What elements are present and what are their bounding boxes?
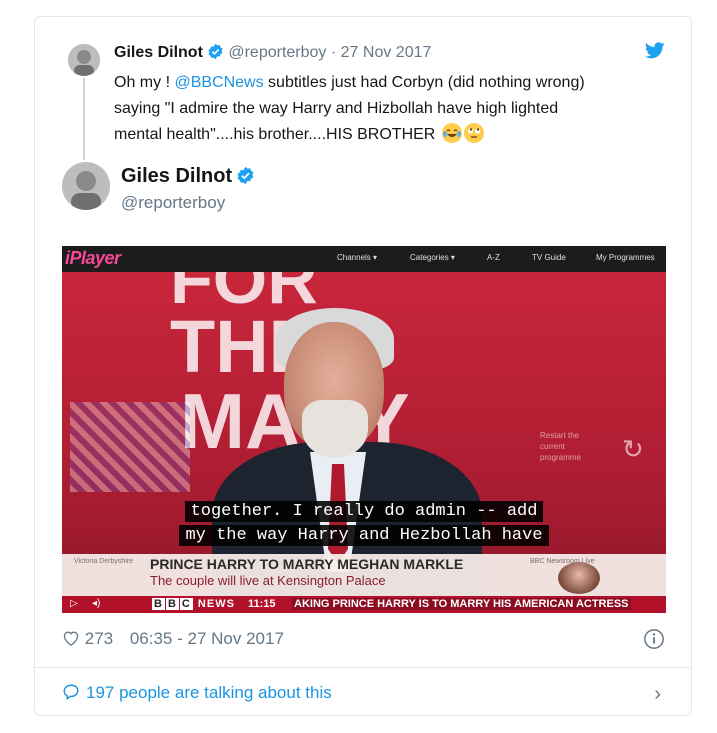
nav-my-programmes: My Programmes <box>596 253 655 262</box>
eye-roll-emoji <box>463 123 484 143</box>
conversation-link[interactable]: 197 people are talking about this <box>62 683 332 703</box>
quoted-avatar[interactable] <box>68 44 100 76</box>
news-lower-third: Victoria Derbyshire BBC Newsroom Live PR… <box>62 554 666 596</box>
caption-small: Victoria Derbyshire <box>74 558 134 565</box>
news-subheadline: The couple will live at Kensington Palac… <box>150 573 386 588</box>
quoted-header: Giles Dilnot @reporterboy · 27 Nov 2017 <box>114 43 431 65</box>
mention-link[interactable]: @BBCNews <box>174 74 263 91</box>
author-name[interactable]: Giles Dilnot <box>121 165 255 191</box>
ticker-text: AKING PRINCE HARRY IS TO MARRY HIS AMERI… <box>292 598 631 610</box>
subtitle-text: my the way Harry and Hezbollah have <box>179 525 549 546</box>
nav-categories: Categories ▾ <box>410 253 455 262</box>
thread-line <box>83 78 85 160</box>
twitter-bird-icon[interactable] <box>644 42 665 64</box>
verified-badge-icon <box>236 166 255 191</box>
chevron-right-icon[interactable]: › <box>654 683 661 706</box>
restart-icon: ↻ <box>622 434 644 464</box>
news-thumbnail <box>558 562 600 594</box>
subtitle-line: my the way Harry and Hezbollah have <box>62 525 666 546</box>
speech-bubble-icon <box>62 683 86 702</box>
tears-of-joy-emoji <box>441 123 462 143</box>
tweet-card: Giles Dilnot @reporterboy · 27 Nov 2017 … <box>34 16 692 716</box>
subtitle-line: together. I really do admin -- add <box>62 501 666 522</box>
volume-icon: ◂) <box>92 598 101 609</box>
text-part: subtitles just had Corbyn (did nothing w… <box>263 74 585 91</box>
media-image[interactable]: iPlayer Channels ▾ Categories ▾ A-Z TV G… <box>62 246 666 613</box>
nav-az: A-Z <box>487 253 500 262</box>
quoted-date[interactable]: 27 Nov 2017 <box>341 44 432 61</box>
ticker-clock: 11:15 <box>248 598 276 610</box>
nav-channels: Channels ▾ <box>337 253 378 262</box>
flag-decoration <box>70 402 190 492</box>
video-frame: FOR THE MANY Restart the current program… <box>62 272 666 613</box>
divider <box>35 667 691 668</box>
heart-icon[interactable] <box>62 629 80 648</box>
news-ticker: ▷ ◂) BBC NEWS 11:15 AKING PRINCE HARRY I… <box>62 596 666 613</box>
quoted-text: Oh my ! @BBCNews subtitles just had Corb… <box>114 70 674 148</box>
subtitle-text: together. I really do admin -- add <box>184 501 544 522</box>
speaker-beard <box>302 400 368 458</box>
talking-text[interactable]: 197 people are talking about this <box>86 683 332 702</box>
author-avatar[interactable] <box>62 162 110 210</box>
like-count[interactable]: 273 <box>85 629 113 648</box>
bbc-letter: B <box>152 598 165 610</box>
bbc-news-logo: BBC NEWS <box>152 598 235 610</box>
text-part: mental health"....his brother....HIS BRO… <box>114 126 440 143</box>
news-headline: PRINCE HARRY TO MARRY MEGHAN MARKLE <box>150 556 464 572</box>
dot-separator: · <box>330 44 337 61</box>
quoted-handle[interactable]: @reporterboy <box>228 44 326 61</box>
news-word: NEWS <box>197 598 235 610</box>
iplayer-logo: iPlayer <box>65 248 121 268</box>
author-handle[interactable]: @reporterboy <box>121 193 225 213</box>
play-icon: ▷ <box>70 598 78 609</box>
bbc-letter: C <box>179 598 193 610</box>
nav-tv-guide: TV Guide <box>532 253 566 262</box>
info-icon[interactable] <box>643 628 665 655</box>
restart-text: Restart the current programme <box>540 431 581 462</box>
author-name-text[interactable]: Giles Dilnot <box>121 165 232 187</box>
tweet-stats: 273 06:35 - 27 Nov 2017 <box>62 629 284 649</box>
text-part: Oh my ! <box>114 74 175 91</box>
text-part: saying "I admire the way Harry and Hizbo… <box>114 100 559 117</box>
verified-badge-icon <box>207 43 224 65</box>
quoted-name[interactable]: Giles Dilnot <box>114 44 203 61</box>
bbc-letter: B <box>165 598 179 610</box>
tweet-timestamp[interactable]: 06:35 - 27 Nov 2017 <box>130 629 284 648</box>
iplayer-navbar: iPlayer Channels ▾ Categories ▾ A-Z TV G… <box>62 246 666 272</box>
